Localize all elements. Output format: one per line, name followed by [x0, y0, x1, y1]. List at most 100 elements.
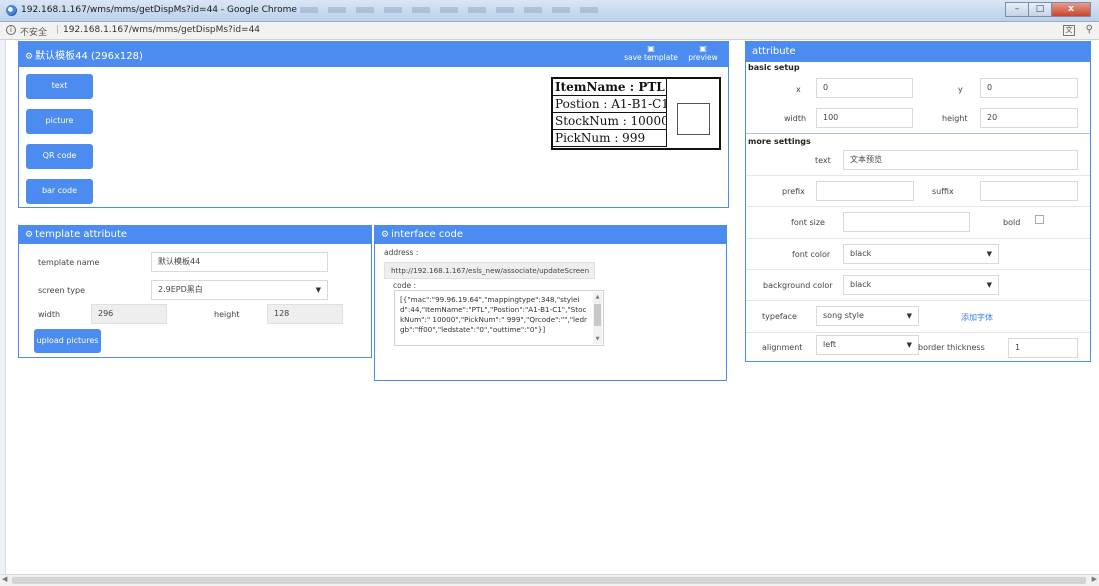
typeface-select[interactable]: song style ▼ [816, 306, 919, 326]
background-color-select[interactable]: black ▼ [843, 275, 999, 295]
maximize-button[interactable]: □ [1028, 2, 1052, 17]
address-bar[interactable]: i 不安全 | 192.168.1.167/wms/mms/getDispMs?… [0, 22, 1099, 40]
code-textarea[interactable]: [{"mac":"99.96.19.64","mappingtype":348,… [394, 290, 604, 346]
border-thickness-input[interactable]: 1 [1008, 338, 1078, 358]
bold-label: bold [1003, 218, 1021, 227]
x-input[interactable]: 0 [816, 78, 913, 98]
font-color-label: font color [792, 250, 831, 259]
tool-picture-button[interactable]: picture [26, 109, 93, 134]
close-button[interactable]: x [1051, 2, 1091, 17]
insecure-label: 不安全 [20, 28, 48, 38]
zoom-icon[interactable]: ⚲ [1086, 24, 1093, 35]
tool-text-button[interactable]: text [26, 74, 93, 99]
typeface-label: typeface [762, 312, 797, 321]
text-input[interactable]: 文本预览 [843, 150, 1078, 170]
y-input[interactable]: 0 [980, 78, 1078, 98]
alignment-select[interactable]: left ▼ [816, 335, 919, 355]
canvas-panel-header: ⚙ 默认模板44 (296x128) ▣ save template ▣ prev… [19, 42, 728, 67]
scroll-down-icon[interactable]: ▼ [593, 334, 602, 344]
alignment-label: alignment [762, 343, 803, 352]
blurred-tabs [300, 7, 600, 13]
prefix-label: prefix [782, 187, 805, 196]
row-divider [746, 300, 1090, 301]
row-divider [746, 332, 1090, 333]
attribute-panel: attribute basic setup x 0 y 0 width 100 … [745, 41, 1091, 362]
template-height-input: 128 [267, 304, 343, 324]
code-text: [{"mac":"99.96.19.64","mappingtype":348,… [400, 295, 587, 334]
address-label: address : [384, 248, 419, 257]
font-size-label: font size [791, 218, 825, 227]
preview-button[interactable]: ▣ preview [685, 44, 721, 62]
row-divider [746, 238, 1090, 239]
chevron-down-icon: ▼ [986, 250, 992, 258]
interface-code-header: ⚙ interface code [375, 226, 726, 244]
preview-icon: ▣ [699, 44, 707, 53]
row-divider [746, 269, 1090, 270]
minimize-button[interactable]: – [1005, 2, 1029, 17]
scroll-thumb[interactable] [594, 304, 601, 326]
screen-type-select[interactable]: 2.9EPD黑白 ▼ [151, 280, 328, 300]
bold-checkbox[interactable] [1035, 215, 1044, 224]
more-settings-title: more settings [748, 137, 811, 146]
code-label: code : [393, 281, 416, 290]
background-color-label: background color [763, 281, 833, 290]
chevron-down-icon: ▼ [315, 286, 321, 294]
canvas-panel-title: 默认模板44 (296x128) [35, 51, 143, 62]
interface-code-title: interface code [391, 229, 463, 240]
qr-code-placeholder[interactable] [677, 103, 710, 135]
horizontal-scrollbar[interactable]: ◀ ▶ [0, 574, 1099, 586]
chevron-down-icon: ▼ [986, 281, 992, 289]
row-divider [746, 175, 1090, 176]
site-info-icon[interactable]: i [6, 25, 16, 35]
template-attribute-header: ⚙ template attribute [19, 226, 371, 244]
suffix-label: suffix [932, 187, 954, 196]
preview-row-position[interactable]: Postion : A1-B1-C1 [553, 96, 667, 113]
gear-icon: ⚙ [25, 52, 34, 62]
scroll-left-icon[interactable]: ◀ [2, 575, 7, 583]
chevron-down-icon: ▼ [906, 341, 912, 349]
attr-height-input[interactable]: 20 [980, 108, 1078, 128]
horizontal-scroll-thumb[interactable] [12, 577, 1086, 584]
scroll-up-icon[interactable]: ▲ [593, 292, 602, 302]
attribute-header: attribute [746, 42, 1090, 62]
gear-icon: ⚙ [25, 230, 34, 240]
text-label: text [815, 156, 831, 165]
font-color-select[interactable]: black ▼ [843, 244, 999, 264]
basic-setup-title: basic setup [748, 63, 800, 72]
upload-pictures-button[interactable]: upload pictures [34, 329, 101, 353]
suffix-input[interactable] [980, 181, 1078, 201]
row-divider [746, 206, 1090, 207]
attr-width-input[interactable]: 100 [816, 108, 913, 128]
y-label: y [958, 85, 963, 94]
translate-icon[interactable]: 文 [1063, 25, 1075, 36]
gear-icon: ⚙ [381, 230, 390, 240]
width-label: width [38, 310, 61, 319]
scroll-right-icon[interactable]: ▶ [1092, 575, 1097, 583]
screen-type-label: screen type [38, 286, 86, 295]
prefix-input[interactable] [816, 181, 914, 201]
section-divider [746, 133, 1090, 134]
tool-bar-code-button[interactable]: bar code [26, 179, 93, 204]
label-preview[interactable]: ItemName : PTL Postion : A1-B1-C1 StockN… [551, 77, 721, 150]
preview-row-stocknum[interactable]: StockNum : 10000 [553, 113, 667, 130]
tool-qr-code-button[interactable]: QR code [26, 144, 93, 169]
code-scrollbar[interactable]: ▲ ▼ [593, 292, 602, 344]
window-titlebar: 192.168.1.167/wms/mms/getDispMs?id=44 - … [0, 0, 1099, 22]
template-width-input: 296 [91, 304, 167, 324]
template-name-label: template name [38, 258, 100, 267]
template-name-input[interactable]: 默认模板44 [151, 252, 328, 272]
preview-row-picknum[interactable]: PickNum : 999 [553, 130, 667, 147]
url-text[interactable]: 192.168.1.167/wms/mms/getDispMs?id=44 [63, 25, 260, 35]
address-input[interactable]: http://192.168.1.167/esls_new/associate/… [384, 262, 595, 279]
add-font-link[interactable]: 添加字体 [961, 312, 993, 323]
left-edge-gutter [0, 40, 6, 574]
window-title: 192.168.1.167/wms/mms/getDispMs?id=44 - … [21, 5, 297, 15]
template-attribute-panel: ⚙ template attribute template name 默认模板44… [18, 225, 372, 358]
attr-width-label: width [784, 114, 807, 123]
x-label: x [796, 85, 801, 94]
preview-row-itemname[interactable]: ItemName : PTL [553, 79, 667, 96]
font-size-input[interactable] [843, 212, 970, 232]
save-icon: ▣ [647, 44, 655, 53]
save-template-button[interactable]: ▣ save template [621, 44, 681, 62]
interface-code-panel: ⚙ interface code address : http://192.168… [374, 225, 727, 381]
